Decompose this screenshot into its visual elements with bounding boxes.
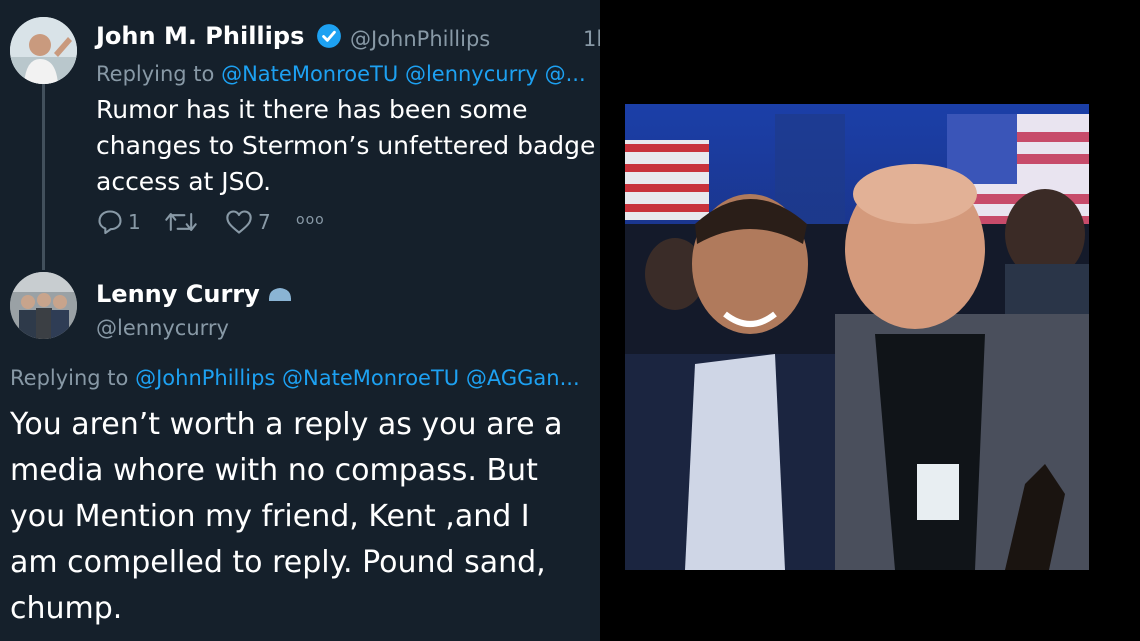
replying-to-label: Replying to: [10, 366, 129, 390]
tweet1-handle[interactable]: @JohnPhillips: [350, 27, 490, 51]
thread-connector-line: [42, 84, 45, 270]
government-badge-icon: [269, 288, 291, 301]
tweet1-text: Rumor has it there has been some changes…: [96, 95, 596, 196]
john-phillips-avatar[interactable]: [10, 17, 77, 84]
retweet-icon: [165, 213, 197, 231]
reply-count: 1: [128, 210, 141, 234]
mention-link[interactable]: @JohnPhillips: [135, 366, 275, 390]
tweet1-timestamp: 1l: [583, 27, 600, 51]
lenny-curry-avatar[interactable]: [10, 272, 77, 339]
selfie-photo: [625, 104, 1089, 570]
like-count: 7: [258, 210, 271, 234]
mention-link[interactable]: @NateMonroeTU: [282, 366, 459, 390]
mention-link[interactable]: @lennycurry: [405, 62, 538, 86]
more-options-icon: ooo: [296, 212, 325, 228]
more-options-button[interactable]: ooo: [292, 212, 325, 228]
retweet-button[interactable]: [164, 208, 202, 236]
verified-badge-icon: [317, 24, 341, 48]
tweet1-author-name[interactable]: John M. Phillips: [96, 22, 304, 50]
mention-link[interactable]: @AGGan...: [466, 366, 580, 390]
reply-button[interactable]: 1: [96, 208, 141, 236]
tweet1-replying-to: Replying to @NateMonroeTU @lennycurry @.…: [96, 62, 586, 86]
reply-icon: [98, 210, 122, 235]
heart-icon: [226, 210, 252, 234]
tweet2-author-name[interactable]: Lenny Curry: [96, 280, 260, 308]
mention-link[interactable]: @NateMonroeTU: [221, 62, 398, 86]
like-button[interactable]: 7: [224, 208, 271, 236]
replying-to-label: Replying to: [96, 62, 215, 86]
tweet2-handle[interactable]: @lennycurry: [96, 316, 229, 340]
tweet2-text: You aren’t worth a reply as you are a me…: [10, 407, 563, 626]
tweet-thread-panel: John M. Phillips @JohnPhillips 1l Replyi…: [0, 0, 600, 641]
photo-panel: [600, 0, 1140, 641]
tweet2-replying-to: Replying to @JohnPhillips @NateMonroeTU …: [10, 366, 580, 390]
mention-link[interactable]: @...: [545, 62, 586, 86]
